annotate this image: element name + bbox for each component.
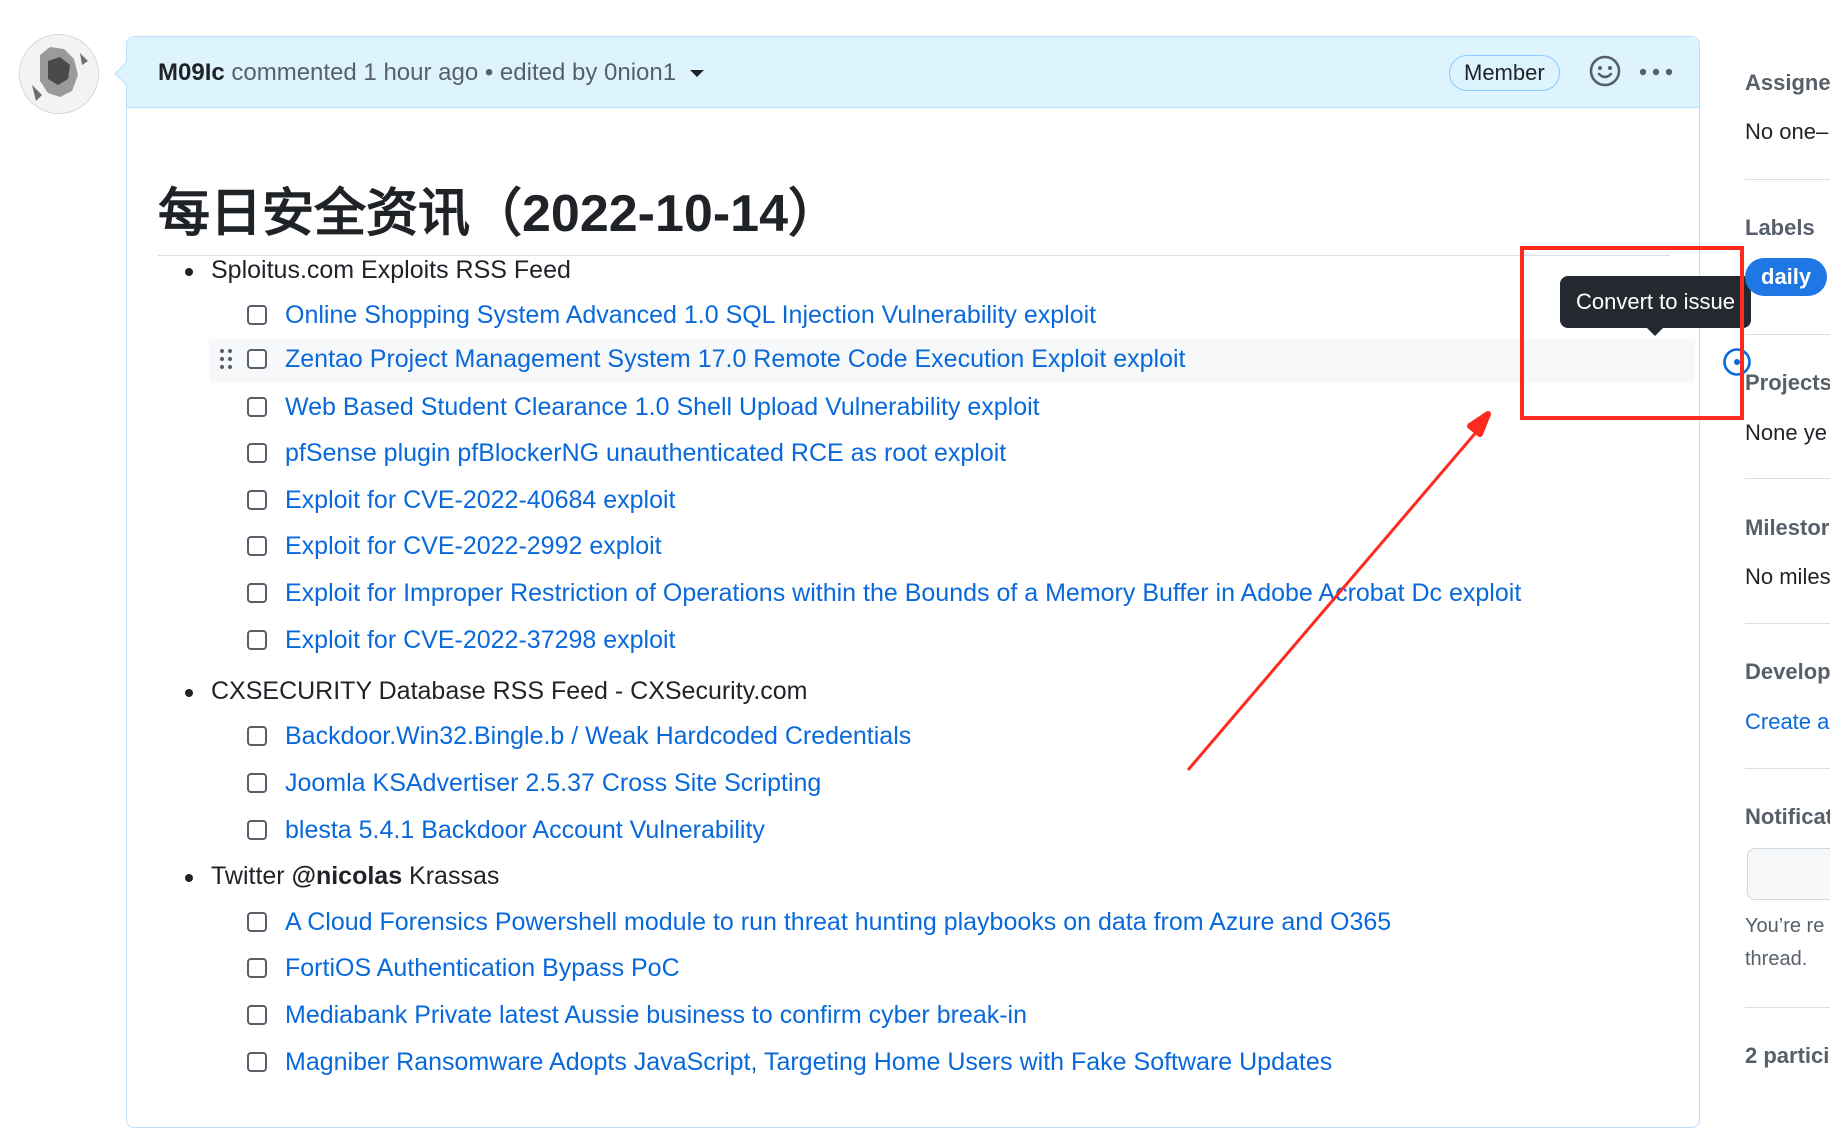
drag-handle-icon[interactable] bbox=[219, 347, 233, 371]
annotation-highlight-box bbox=[1520, 246, 1744, 420]
task-checkbox[interactable] bbox=[247, 397, 267, 417]
task-link[interactable]: Web Based Student Clearance 1.0 Shell Up… bbox=[285, 393, 1040, 422]
task-link[interactable]: A Cloud Forensics Powershell module to r… bbox=[285, 908, 1391, 937]
section-label-suffix: Krassas bbox=[402, 862, 500, 890]
task-link[interactable]: pfSense plugin pfBlockerNG unauthenticat… bbox=[285, 439, 1006, 468]
kebab-menu-icon[interactable] bbox=[1638, 57, 1674, 92]
development-heading[interactable]: Develop bbox=[1745, 659, 1830, 685]
task-checkbox[interactable] bbox=[247, 726, 267, 746]
notifications-note: You’re re bbox=[1745, 915, 1825, 937]
sidebar-divider bbox=[1745, 179, 1830, 180]
section-label: CXSECURITY Database RSS Feed - CXSecurit… bbox=[211, 677, 808, 705]
list-bullet bbox=[185, 874, 193, 882]
labels-heading[interactable]: Labels bbox=[1745, 215, 1815, 241]
task-checkbox[interactable] bbox=[247, 490, 267, 510]
task-link[interactable]: Mediabank Private latest Aussie business… bbox=[285, 1001, 1027, 1030]
task-checkbox[interactable] bbox=[247, 305, 267, 325]
task-checkbox[interactable] bbox=[247, 536, 267, 556]
task-link[interactable]: Backdoor.Win32.Bingle.b / Weak Hardcoded… bbox=[285, 722, 911, 751]
task-link[interactable]: Exploit for Improper Restriction of Oper… bbox=[285, 579, 1521, 608]
comment-title: 每日安全资讯（2022-10-14） bbox=[158, 185, 840, 243]
sidebar-divider bbox=[1745, 1007, 1830, 1008]
comment-header: M09Ic commented 1 hour ago • edited by 0… bbox=[127, 37, 1699, 108]
milestone-heading[interactable]: Milestor bbox=[1745, 515, 1829, 541]
task-link[interactable]: blesta 5.4.1 Backdoor Account Vulnerabil… bbox=[285, 816, 765, 845]
author-avatar[interactable] bbox=[19, 34, 99, 114]
issue-sidebar: Assignee No one– Labels daily Projects N… bbox=[1745, 0, 1830, 1104]
smiley-icon[interactable] bbox=[1588, 54, 1622, 93]
sidebar-divider bbox=[1745, 478, 1830, 479]
task-checkbox[interactable] bbox=[247, 349, 267, 369]
assignees-value: No one– bbox=[1745, 119, 1829, 144]
sidebar-divider bbox=[1745, 334, 1830, 335]
milestone-value: No miles bbox=[1745, 564, 1830, 589]
comment-meta: M09Ic commented 1 hour ago • edited by 0… bbox=[158, 59, 705, 87]
task-checkbox[interactable] bbox=[247, 583, 267, 603]
task-checkbox[interactable] bbox=[247, 1052, 267, 1072]
task-checkbox[interactable] bbox=[247, 630, 267, 650]
task-checkbox[interactable] bbox=[247, 958, 267, 978]
create-branch-link[interactable]: Create a bbox=[1745, 709, 1829, 735]
task-link[interactable]: FortiOS Authentication Bypass PoC bbox=[285, 954, 680, 983]
task-checkbox[interactable] bbox=[247, 773, 267, 793]
issue-comment: M09Ic commented 1 hour ago • edited by 0… bbox=[126, 36, 1751, 1128]
chevron-down-icon[interactable] bbox=[690, 70, 705, 78]
comment-author[interactable]: M09Ic bbox=[158, 59, 225, 86]
list-bullet bbox=[185, 268, 193, 276]
sidebar-divider bbox=[1745, 768, 1830, 769]
member-badge: Member bbox=[1449, 55, 1560, 91]
task-link[interactable]: Online Shopping System Advanced 1.0 SQL … bbox=[285, 301, 1096, 330]
section-label: Twitter @nicolas Krassas bbox=[211, 862, 499, 891]
task-link[interactable]: Magniber Ransomware Adopts JavaScript, T… bbox=[285, 1048, 1332, 1077]
sidebar-divider bbox=[1745, 623, 1830, 624]
list-bullet bbox=[185, 689, 193, 697]
task-checkbox[interactable] bbox=[247, 912, 267, 932]
task-link[interactable]: Exploit for CVE-2022-2992 exploit bbox=[285, 532, 662, 561]
subscribe-button[interactable] bbox=[1747, 848, 1830, 900]
section-label: Sploitus.com Exploits RSS Feed bbox=[211, 256, 571, 284]
task-checkbox[interactable] bbox=[247, 443, 267, 463]
task-link[interactable]: Joomla KSAdvertiser 2.5.37 Cross Site Sc… bbox=[285, 769, 821, 798]
section-label-prefix: Twitter bbox=[211, 862, 292, 890]
assignees-heading[interactable]: Assignee bbox=[1745, 70, 1830, 96]
label-daily[interactable]: daily bbox=[1745, 258, 1828, 296]
task-item-hovered: Zentao Project Management System 17.0 Re… bbox=[209, 339, 1751, 383]
participants-heading: 2 partici bbox=[1745, 1043, 1830, 1068]
task-link[interactable]: Exploit for CVE-2022-40684 exploit bbox=[285, 486, 676, 515]
mention-link[interactable]: @nicolas bbox=[292, 862, 403, 890]
task-checkbox[interactable] bbox=[247, 1005, 267, 1025]
task-checkbox[interactable] bbox=[247, 820, 267, 840]
comment-meta-text[interactable]: commented 1 hour ago • edited by 0nion1 bbox=[231, 59, 676, 86]
projects-value: None ye bbox=[1745, 420, 1827, 445]
projects-heading[interactable]: Projects bbox=[1745, 370, 1830, 396]
task-link[interactable]: Exploit for CVE-2022-37298 exploit bbox=[285, 626, 676, 655]
notifications-note: thread. bbox=[1745, 948, 1808, 970]
notifications-heading: Notificat bbox=[1745, 804, 1830, 829]
task-link[interactable]: Zentao Project Management System 17.0 Re… bbox=[285, 345, 1185, 374]
